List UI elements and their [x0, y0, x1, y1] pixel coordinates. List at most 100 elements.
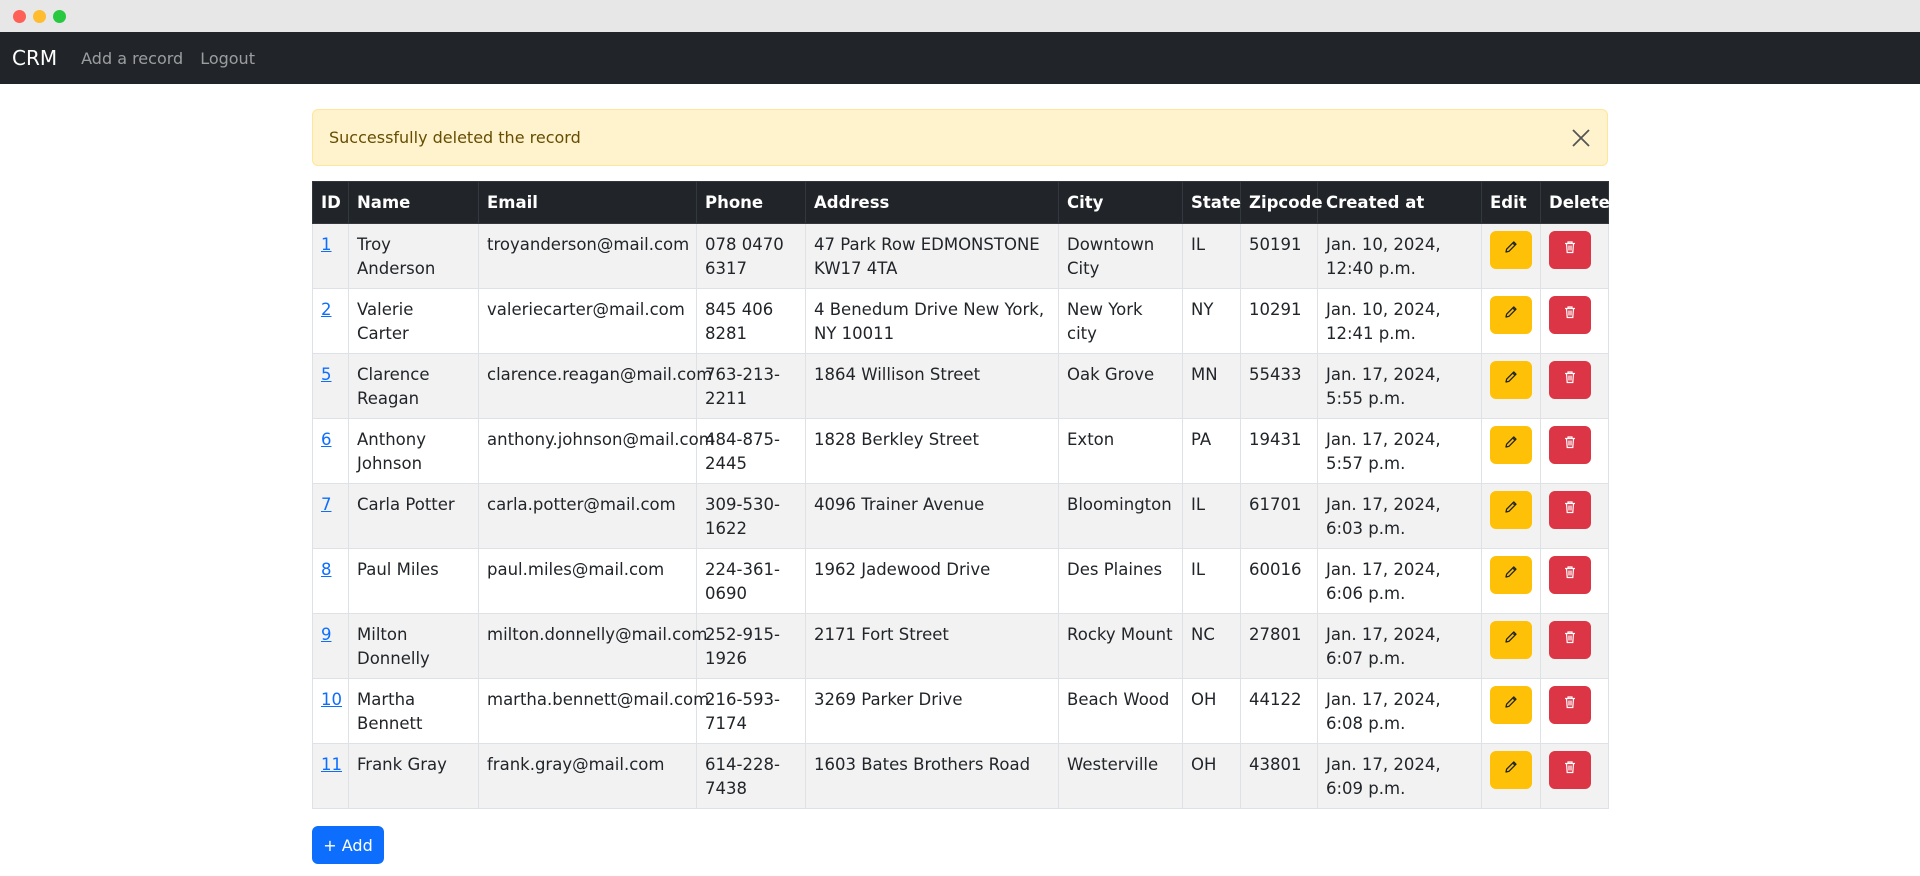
cell-zipcode: 43801 — [1240, 743, 1318, 809]
cell-phone: 309-530-1622 — [696, 483, 806, 549]
delete-button[interactable] — [1549, 751, 1591, 789]
cell-state: MN — [1182, 353, 1241, 419]
trash-icon — [1562, 433, 1578, 457]
cell-email: valeriecarter@mail.com — [478, 288, 697, 354]
cell-state: IL — [1182, 548, 1241, 614]
cell-email: clarence.reagan@mail.com — [478, 353, 712, 419]
cell-delete — [1540, 548, 1609, 614]
trash-icon — [1562, 368, 1578, 392]
trash-icon — [1562, 758, 1578, 782]
cell-email: frank.gray@mail.com — [478, 743, 697, 809]
cell-id: 5 — [312, 353, 349, 419]
record-id-link[interactable]: 9 — [321, 625, 332, 644]
cell-city: Oak Grove — [1058, 353, 1183, 419]
table-row: 6 Anthony Johnson anthony.johnson@mail.com… — [312, 418, 1609, 484]
trash-icon — [1562, 563, 1578, 587]
trash-icon — [1562, 628, 1578, 652]
navbar: CRM Add a record Logout — [0, 32, 1920, 84]
delete-button[interactable] — [1549, 491, 1591, 529]
cell-address: 4 Benedum Drive New York, NY 10011 — [805, 288, 1059, 354]
nav-link-add-record[interactable]: Add a record — [81, 49, 183, 68]
table-row: 7 Carla Potter carla.potter@mail.com 309-53… — [312, 483, 1609, 549]
delete-button[interactable] — [1549, 621, 1591, 659]
cell-state: NC — [1182, 613, 1241, 679]
cell-zipcode: 60016 — [1240, 548, 1318, 614]
delete-button[interactable] — [1549, 556, 1591, 594]
table-row: 9 Milton Donnelly milton.donnelly@mail.com… — [312, 613, 1609, 679]
cell-phone: 216-593-7174 — [696, 678, 806, 744]
column-header-state: State — [1182, 181, 1241, 224]
cell-city: Beach Wood — [1058, 678, 1183, 744]
minimize-window-button[interactable] — [33, 10, 46, 23]
cell-name: Clarence Reagan — [348, 353, 479, 419]
cell-address: 4096 Trainer Avenue — [805, 483, 1059, 549]
cell-state: IL — [1182, 223, 1241, 289]
add-button[interactable]: + Add — [312, 826, 384, 864]
table-body: 1 Troy Anderson troyanderson@mail.com 078 0… — [312, 223, 1609, 809]
cell-address: 2171 Fort Street — [805, 613, 1059, 679]
column-header-phone: Phone — [696, 181, 806, 224]
edit-button[interactable] — [1490, 556, 1532, 594]
cell-id: 7 — [312, 483, 349, 549]
pencil-icon — [1503, 303, 1519, 327]
cell-phone: 845 406 8281 — [696, 288, 806, 354]
record-id-link[interactable]: 8 — [321, 560, 332, 579]
delete-button[interactable] — [1549, 686, 1591, 724]
record-id-link[interactable]: 2 — [321, 300, 332, 319]
cell-address: 1603 Bates Brothers Road — [805, 743, 1059, 809]
delete-button[interactable] — [1549, 426, 1591, 464]
cell-edit — [1481, 743, 1541, 809]
cell-phone: 252-915-1926 — [696, 613, 806, 679]
cell-created: Jan. 10, 2024, 12:41 p.m. — [1317, 288, 1482, 354]
column-header-email: Email — [478, 181, 697, 224]
record-id-link[interactable]: 6 — [321, 430, 332, 449]
delete-button[interactable] — [1549, 361, 1591, 399]
delete-button[interactable] — [1549, 231, 1591, 269]
record-id-link[interactable]: 11 — [321, 755, 342, 774]
column-header-edit: Edit — [1481, 181, 1541, 224]
nav-link-logout[interactable]: Logout — [200, 49, 255, 68]
edit-button[interactable] — [1490, 361, 1532, 399]
cell-delete — [1540, 743, 1609, 809]
record-id-link[interactable]: 7 — [321, 495, 332, 514]
cell-zipcode: 55433 — [1240, 353, 1318, 419]
table-row: 11 Frank Gray frank.gray@mail.com 614-228-7… — [312, 743, 1609, 809]
close-window-button[interactable] — [13, 10, 26, 23]
close-icon[interactable] — [1569, 126, 1593, 150]
pencil-icon — [1503, 693, 1519, 717]
cell-edit — [1481, 223, 1541, 289]
maximize-window-button[interactable] — [53, 10, 66, 23]
cell-name: Milton Donnelly — [348, 613, 479, 679]
edit-button[interactable] — [1490, 296, 1532, 334]
record-id-link[interactable]: 5 — [321, 365, 332, 384]
pencil-icon — [1503, 368, 1519, 392]
cell-delete — [1540, 418, 1609, 484]
record-id-link[interactable]: 1 — [321, 235, 332, 254]
edit-button[interactable] — [1490, 621, 1532, 659]
cell-id: 6 — [312, 418, 349, 484]
edit-button[interactable] — [1490, 231, 1532, 269]
cell-email: milton.donnelly@mail.com — [478, 613, 707, 679]
cell-zipcode: 10291 — [1240, 288, 1318, 354]
cell-email: paul.miles@mail.com — [478, 548, 697, 614]
cell-address: 1828 Berkley Street — [805, 418, 1059, 484]
cell-edit — [1481, 678, 1541, 744]
delete-button[interactable] — [1549, 296, 1591, 334]
record-id-link[interactable]: 10 — [321, 690, 342, 709]
table-row: 5 Clarence Reagan clarence.reagan@mail.com… — [312, 353, 1609, 419]
column-header-created-at: Created at — [1317, 181, 1482, 224]
cell-delete — [1540, 223, 1609, 289]
cell-phone: 224-361-0690 — [696, 548, 806, 614]
edit-button[interactable] — [1490, 751, 1532, 789]
cell-zipcode: 27801 — [1240, 613, 1318, 679]
cell-city: Westerville — [1058, 743, 1183, 809]
edit-button[interactable] — [1490, 491, 1532, 529]
cell-id: 11 — [312, 743, 349, 809]
edit-button[interactable] — [1490, 426, 1532, 464]
cell-name: Martha Bennett — [348, 678, 479, 744]
cell-address: 47 Park Row EDMONSTONE KW17 4TA — [805, 223, 1059, 289]
navbar-brand[interactable]: CRM — [12, 46, 57, 70]
column-header-delete: Delete — [1540, 181, 1610, 224]
cell-id: 8 — [312, 548, 349, 614]
edit-button[interactable] — [1490, 686, 1532, 724]
